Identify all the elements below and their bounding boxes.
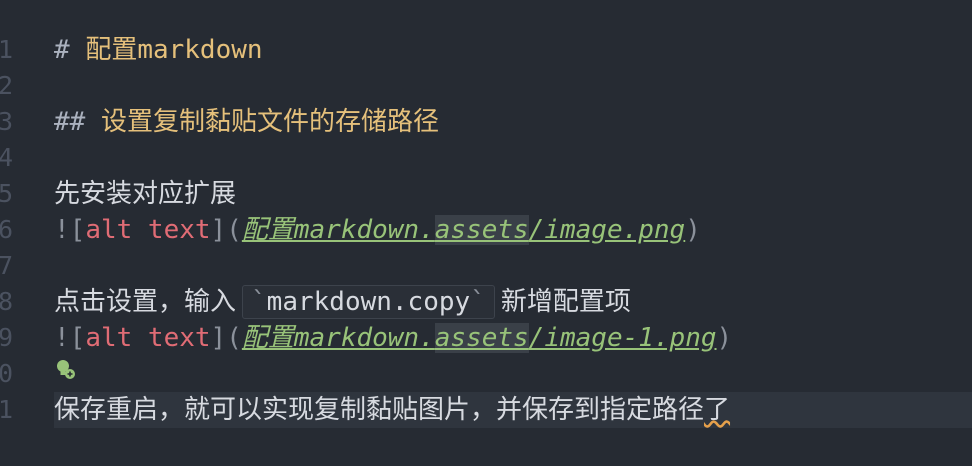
image-bang: ! <box>54 215 70 245</box>
markdown-editor[interactable]: 1 # 配置markdown 2 3 ## 设置复制黏贴文件的存储路径 4 5 … <box>0 0 972 466</box>
image-link[interactable]: 配置markdown.assets/image.png <box>242 215 685 245</box>
heading-mark: ## <box>54 107 86 137</box>
line-number: 4 <box>0 143 14 172</box>
link-part: /image-1.png <box>528 323 717 353</box>
editor-line-7[interactable]: 7 <box>0 248 972 284</box>
editor-line-5[interactable]: 5 先安装对应扩展 <box>0 176 972 212</box>
paren: ) <box>716 323 733 353</box>
editor-line-8[interactable]: 8 点击设置，输入 `markdown.copy` 新增配置项 <box>0 284 972 320</box>
image-bang: ! <box>54 323 70 353</box>
line-number: 2 <box>0 71 14 100</box>
line-number: 9 <box>0 323 14 352</box>
inline-code: `markdown.copy` <box>242 285 495 319</box>
line-number: 7 <box>0 251 14 280</box>
heading-1-text: 配置markdown <box>85 35 263 65</box>
paren: ( <box>226 215 242 245</box>
editor-line-10[interactable]: 0 <box>0 356 972 392</box>
line-number: 6 <box>0 215 14 244</box>
link-part-highlight: assets <box>434 323 529 353</box>
line-text[interactable]: ## 设置复制黏贴文件的存储路径 <box>54 104 439 140</box>
heading-mark: # <box>54 35 70 65</box>
editor-line-3[interactable]: 3 ## 设置复制黏贴文件的存储路径 <box>0 104 972 140</box>
line-text[interactable]: # 配置markdown <box>54 32 263 68</box>
text-segment: 点击设置，输入 <box>54 287 237 317</box>
image-alt-text: alt text <box>85 323 211 353</box>
line-number: 1 <box>0 35 14 64</box>
image-markdown-line[interactable]: ![alt text](配置markdown.assets/image-1.pn… <box>54 320 732 356</box>
editor-line-6[interactable]: 6 ![alt text](配置markdown.assets/image.pn… <box>0 212 972 248</box>
bracket: ] <box>210 323 227 353</box>
editor-line-9[interactable]: 9 ![alt text](配置markdown.assets/image-1.… <box>0 320 972 356</box>
heading-2-text: 设置复制黏贴文件的存储路径 <box>100 107 439 137</box>
editor-line-1[interactable]: 1 # 配置markdown <box>0 32 972 68</box>
link-part: 配置markdown. <box>241 215 435 245</box>
line-number: 5 <box>0 179 14 208</box>
image-alt-text: alt text <box>85 215 211 245</box>
line-number: 8 <box>0 287 14 316</box>
paren: ) <box>685 215 701 245</box>
image-markdown-line[interactable]: ![alt text](配置markdown.assets/image.png) <box>54 212 701 248</box>
paren: ( <box>226 323 242 353</box>
editor-line-4[interactable]: 4 <box>0 140 972 176</box>
text-segment: 新增配置项 <box>500 287 631 317</box>
editor-line-2[interactable]: 2 <box>0 68 972 104</box>
line-text[interactable]: 点击设置，输入 `markdown.copy` 新增配置项 <box>54 284 631 320</box>
text-segment: 保存重启，就可以实现复制黏贴图片，并保存到指定路径 <box>54 395 705 425</box>
image-link[interactable]: 配置markdown.assets/image-1.png <box>242 323 717 353</box>
lightbulb-icon[interactable] <box>54 358 76 380</box>
bracket: [ <box>69 215 86 245</box>
line-text[interactable]: 保存重启，就可以实现复制黏贴图片，并保存到指定路径了 <box>54 392 730 428</box>
line-number: 0 <box>0 359 14 388</box>
editor-line-11[interactable]: 1 保存重启，就可以实现复制黏贴图片，并保存到指定路径了 <box>0 392 972 428</box>
line-text[interactable]: 先安装对应扩展 <box>54 176 236 212</box>
bracket: [ <box>69 323 86 353</box>
line-number: 3 <box>0 107 14 136</box>
link-part: /image.png <box>528 215 686 245</box>
bracket: ] <box>210 215 227 245</box>
inline-code-text: markdown.copy <box>266 287 471 317</box>
line-number: 1 <box>0 395 14 424</box>
link-part: 配置markdown. <box>241 323 435 353</box>
link-part-highlight: assets <box>434 215 529 245</box>
spellcheck-warning[interactable]: 了 <box>704 395 730 425</box>
